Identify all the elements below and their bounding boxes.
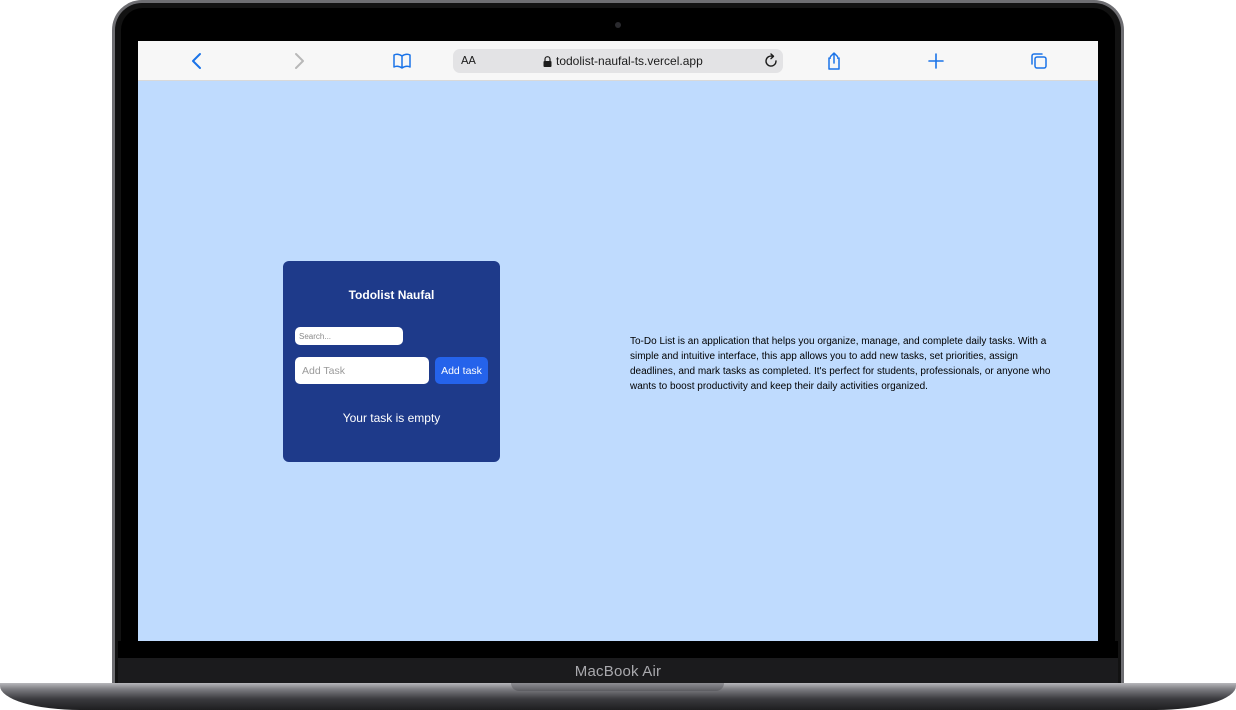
lock-icon	[543, 55, 552, 67]
browser-toolbar: AA todolist-naufal-ts.vercel.app	[138, 41, 1098, 81]
url-text: todolist-naufal-ts.vercel.app	[556, 54, 703, 68]
share-icon[interactable]	[822, 49, 846, 73]
app-title: Todolist Naufal	[348, 288, 435, 302]
plus-icon[interactable]	[924, 49, 948, 73]
empty-state-message: Your task is empty	[342, 411, 441, 425]
add-task-button[interactable]: Add task	[435, 357, 488, 384]
todo-card: Todolist Naufal Add task Your task is em…	[283, 261, 500, 462]
search-input[interactable]	[295, 327, 403, 345]
camera-icon	[615, 22, 621, 28]
chevron-right-icon[interactable]	[287, 49, 311, 73]
chevron-left-icon[interactable]	[185, 49, 209, 73]
text-size-button[interactable]: AA	[461, 54, 476, 67]
book-icon[interactable]	[390, 49, 414, 73]
reload-icon[interactable]	[763, 53, 779, 69]
tabs-icon[interactable]	[1027, 49, 1051, 73]
device-label-bar: MacBook Air	[118, 658, 1118, 684]
address-bar[interactable]: AA todolist-naufal-ts.vercel.app	[453, 49, 783, 73]
device-label: MacBook Air	[574, 662, 662, 680]
app-description: To-Do List is an application that helps …	[630, 336, 1051, 392]
browser-screen: AA todolist-naufal-ts.vercel.app Todolis…	[138, 41, 1098, 641]
add-task-input[interactable]	[295, 357, 429, 384]
lid-opening-notch	[511, 683, 724, 691]
